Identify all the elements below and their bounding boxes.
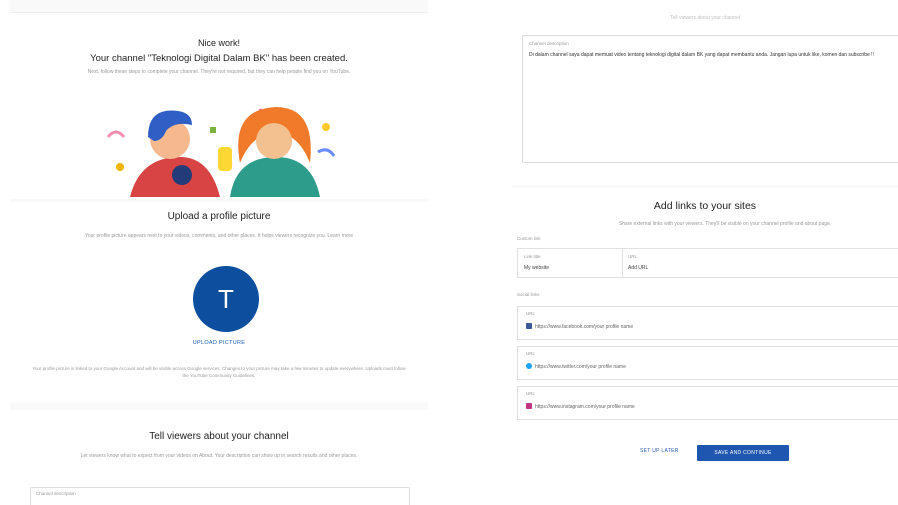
channel-description-label: Channel description	[36, 491, 76, 496]
confetti-dot	[116, 163, 124, 171]
twitter-url[interactable]: https://www.twitter.com/your profile nam…	[535, 364, 626, 370]
celebration-illustration	[106, 107, 336, 197]
custom-link-heading: Custom link	[517, 236, 541, 241]
channel-created-heading: Your channel "Teknologi Digital Dalam BK…	[90, 53, 348, 64]
twitter-link-field[interactable]: URL https://www.twitter.com/your profile…	[517, 346, 898, 380]
facebook-link-field[interactable]: URL https://www.facebook.com/your profil…	[517, 306, 898, 340]
custom-link-row: Link title My website URL Add URL	[517, 248, 898, 278]
avatar[interactable]: T	[193, 266, 259, 332]
social-url-line: https://www.instagram.com/your profile n…	[526, 403, 635, 410]
facebook-icon	[526, 323, 532, 329]
confetti-dot	[322, 123, 330, 131]
social-url-label: URL	[526, 391, 536, 396]
social-links-heading: Social links	[517, 292, 540, 297]
upload-picture-description: Your profile picture appears next to you…	[84, 233, 353, 239]
social-url-label: URL	[526, 311, 536, 316]
person-right-shirt	[230, 157, 320, 197]
channel-description-field-preview[interactable]: Channel description	[30, 487, 410, 505]
link-title-value[interactable]: My website	[524, 265, 549, 271]
instagram-url[interactable]: https://www.instagram.com/your profile n…	[535, 404, 635, 410]
link-title-field[interactable]: Link title My website	[518, 249, 623, 277]
person-right-hand	[218, 147, 232, 171]
social-url-label: URL	[526, 351, 536, 356]
save-and-continue-button[interactable]: SAVE AND CONTINUE	[697, 445, 789, 461]
person-left-hand	[172, 165, 192, 185]
link-url-label: URL	[628, 254, 638, 259]
instagram-link-field[interactable]: URL https://www.instagram.com/your profi…	[517, 386, 898, 420]
person-right-head	[256, 123, 292, 159]
facebook-url[interactable]: https://www.facebook.com/your profile na…	[535, 324, 633, 330]
set-up-later-button[interactable]: SET UP LATER	[640, 448, 679, 454]
created-subtitle: Next, follow these steps to complete you…	[87, 69, 351, 75]
left-setup-panel: Nice work! Your channel "Teknologi Digit…	[10, 0, 428, 505]
confetti-square	[210, 127, 216, 133]
confetti-swirl	[317, 148, 336, 157]
channel-description-text[interactable]: Di dalam channel saya dapat memuat video…	[529, 51, 896, 59]
channel-description-field[interactable]: Channel description Di dalam channel say…	[522, 35, 898, 163]
tell-viewers-description: Let viewers know what to expect from you…	[80, 453, 358, 459]
profile-fine-print: Your profile picture is linked to your G…	[32, 366, 406, 378]
confetti-swirl	[106, 130, 126, 138]
channel-description-card: Tell viewers about your channel Channel …	[512, 0, 898, 185]
twitter-icon	[526, 363, 532, 369]
upload-picture-title: Upload a profile picture	[167, 211, 271, 222]
link-title-label: Link title	[524, 254, 541, 259]
add-links-subtitle: Share external links with your viewers. …	[618, 221, 832, 227]
social-url-line: https://www.twitter.com/your profile nam…	[526, 363, 626, 370]
link-url-value[interactable]: Add URL	[628, 265, 648, 271]
instagram-icon	[526, 403, 532, 409]
link-url-field[interactable]: URL Add URL	[622, 249, 898, 277]
tell-viewers-title: Tell viewers about your channel	[149, 431, 289, 442]
section-caption: Tell viewers about your channel	[670, 15, 740, 21]
add-links-title: Add links to your sites	[653, 200, 757, 212]
nice-work-heading: Nice work!	[197, 38, 240, 48]
channel-description-label: Channel description	[529, 41, 569, 46]
social-url-line: https://www.facebook.com/your profile na…	[526, 323, 633, 330]
upload-picture-button[interactable]: UPLOAD PICTURE	[10, 340, 428, 346]
